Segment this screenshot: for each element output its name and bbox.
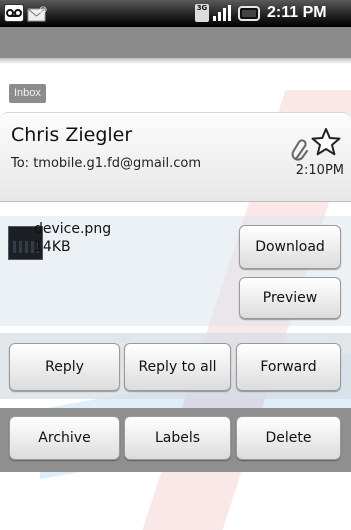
recipient-line: To: tmobile.g1.fd@gmail.com (11, 156, 202, 171)
new-mail-icon: @ (27, 4, 49, 22)
archive-button[interactable]: Archive (9, 416, 120, 460)
battery-icon (238, 6, 260, 21)
download-button[interactable]: Download (239, 225, 341, 269)
message-header: Chris Ziegler To: tmobile.g1.fd@gmail.co… (0, 112, 351, 202)
star-icon[interactable] (311, 127, 341, 157)
delete-button[interactable]: Delete (236, 416, 341, 460)
voicemail-icon (4, 4, 24, 22)
svg-text:@: @ (39, 5, 47, 14)
3g-icon: 3G (195, 4, 209, 22)
status-bar: @ 3G 2:11 PM (0, 0, 351, 27)
sender-name[interactable]: Chris Ziegler (11, 124, 132, 146)
attachment-size: 14KB (34, 239, 71, 255)
reply-all-button[interactable]: Reply to all (124, 343, 231, 391)
message-time: 2:10PM (295, 163, 344, 178)
signal-icon (212, 4, 232, 22)
labels-button[interactable]: Labels (124, 416, 231, 460)
title-bar-shadow (0, 58, 351, 64)
forward-button[interactable]: Forward (236, 343, 341, 391)
attachment-name: device.png (34, 221, 112, 237)
paperclip-icon (290, 137, 310, 165)
label-chip[interactable]: Inbox (9, 84, 46, 103)
status-time: 2:11 PM (267, 4, 327, 21)
reply-button[interactable]: Reply (9, 343, 120, 391)
preview-button[interactable]: Preview (239, 277, 341, 319)
title-bar (0, 27, 351, 58)
